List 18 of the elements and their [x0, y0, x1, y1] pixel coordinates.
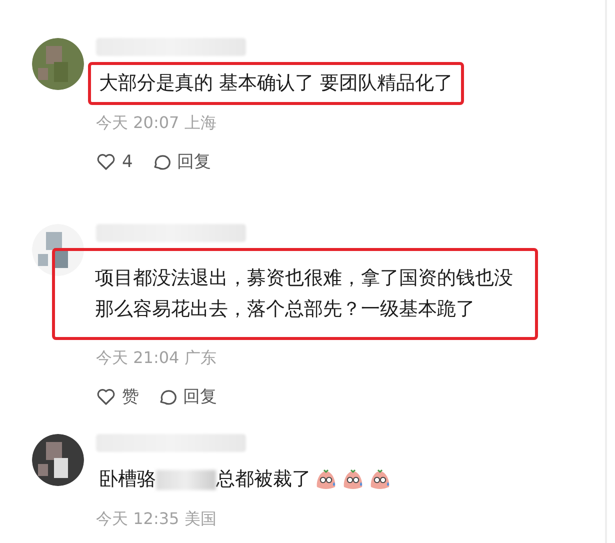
heart-icon: [96, 152, 116, 172]
avatar[interactable]: [32, 434, 84, 486]
comment-text: 项目都没法退出，募资也很难，拿了国资的钱也没那么容易花出去，落个总部先？一级基本跪了: [52, 248, 538, 340]
like-button[interactable]: 4: [96, 150, 133, 173]
comment-text: 卧槽骆 总都被裁了: [88, 458, 403, 501]
comment-text: 大部分是真的 基本确认了 要团队精品化了: [88, 62, 464, 105]
like-button[interactable]: 赞: [96, 385, 139, 408]
blurred-text: [156, 470, 216, 490]
avatar[interactable]: [32, 38, 84, 90]
emoji-icon: [368, 468, 392, 492]
emoji-icon: [341, 468, 365, 492]
heart-icon: [96, 386, 116, 406]
reply-button[interactable]: 回复: [157, 385, 217, 408]
emoji-icon: [314, 468, 338, 492]
reply-button[interactable]: 回复: [150, 150, 211, 173]
comment-time: 今天 21:04 广东: [96, 348, 216, 369]
comment-time: 今天 12:35 美国: [96, 509, 216, 530]
comment-time: 今天 20:07 上海: [96, 113, 216, 134]
